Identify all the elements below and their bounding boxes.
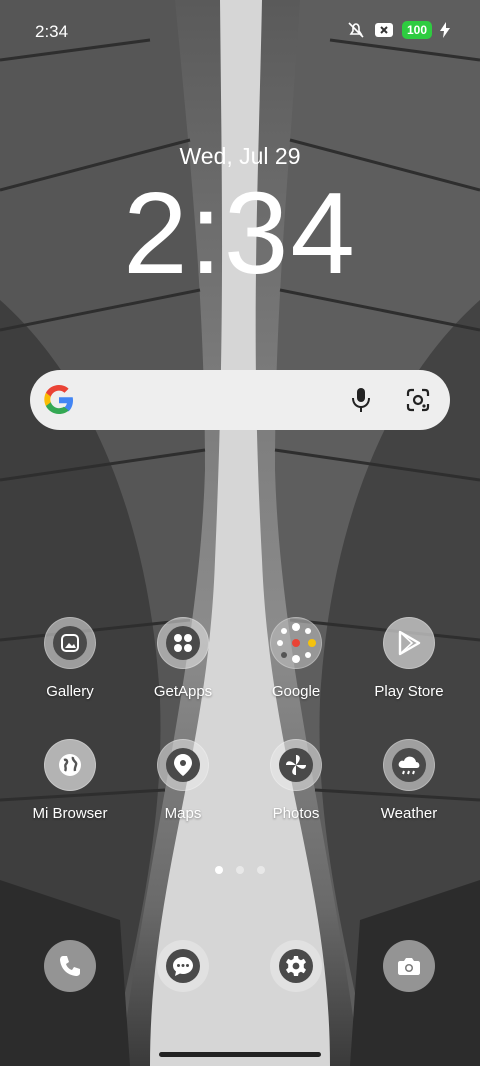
- camera-icon: [392, 949, 426, 983]
- google-logo-icon: [41, 382, 77, 418]
- phone-icon: [53, 949, 87, 983]
- app-google-folder[interactable]: Google: [240, 617, 352, 700]
- app-weather[interactable]: Weather: [353, 739, 465, 822]
- charging-bolt-icon: [440, 20, 450, 40]
- dock-settings[interactable]: [270, 940, 322, 992]
- app-getapps[interactable]: GetApps: [127, 617, 239, 700]
- clock-time[interactable]: 2:34: [0, 168, 480, 298]
- page-dot[interactable]: [257, 866, 265, 874]
- map-pin-icon: [166, 748, 200, 782]
- gallery-icon: [53, 626, 87, 660]
- app-bubble: [383, 617, 435, 669]
- dock-phone[interactable]: [44, 940, 96, 992]
- app-bubble: [270, 617, 322, 669]
- app-play-store[interactable]: Play Store: [353, 617, 465, 700]
- app-label: Gallery: [46, 683, 94, 700]
- status-icons: 100: [346, 20, 450, 40]
- globe-icon: [53, 748, 87, 782]
- close-box-icon: [374, 20, 394, 40]
- app-bubble: [157, 617, 209, 669]
- app-label: Maps: [164, 805, 202, 822]
- getapps-icon: [166, 626, 200, 660]
- app-maps[interactable]: Maps: [127, 739, 239, 822]
- pinwheel-icon: [279, 748, 313, 782]
- app-label: Play Store: [374, 683, 444, 700]
- google-lens-icon[interactable]: [405, 387, 431, 413]
- app-label: Weather: [380, 805, 438, 822]
- app-bubble: [270, 739, 322, 791]
- status-time: 2:34: [35, 22, 69, 41]
- app-label: Google: [271, 683, 321, 700]
- gesture-nav-bar[interactable]: [159, 1052, 321, 1057]
- play-store-icon: [398, 630, 421, 656]
- settings-gear-icon: [279, 949, 313, 983]
- app-mi-browser[interactable]: Mi Browser: [14, 739, 126, 822]
- message-icon: [166, 949, 200, 983]
- app-label: GetApps: [153, 683, 213, 700]
- cloud-rain-icon: [392, 748, 426, 782]
- app-bubble: [157, 739, 209, 791]
- dock-camera[interactable]: [383, 940, 435, 992]
- voice-search-icon[interactable]: [350, 386, 372, 414]
- app-gallery[interactable]: Gallery: [14, 617, 126, 700]
- status-bar: 2:34 100: [0, 0, 480, 64]
- google-folder-icon: [277, 623, 316, 663]
- app-bubble: [44, 739, 96, 791]
- google-search-bar[interactable]: [30, 370, 450, 430]
- page-dot-active[interactable]: [215, 866, 223, 874]
- app-bubble: [383, 739, 435, 791]
- app-photos[interactable]: Photos: [240, 739, 352, 822]
- date-label[interactable]: Wed, Jul 29: [0, 143, 480, 170]
- app-label: Mi Browser: [32, 805, 108, 822]
- battery-badge: 100: [401, 21, 432, 39]
- dock-messages[interactable]: [157, 940, 209, 992]
- app-bubble: [44, 617, 96, 669]
- page-indicator: [0, 866, 480, 874]
- page-dot[interactable]: [236, 866, 244, 874]
- app-label: Photos: [272, 805, 320, 822]
- mute-icon: [346, 20, 366, 40]
